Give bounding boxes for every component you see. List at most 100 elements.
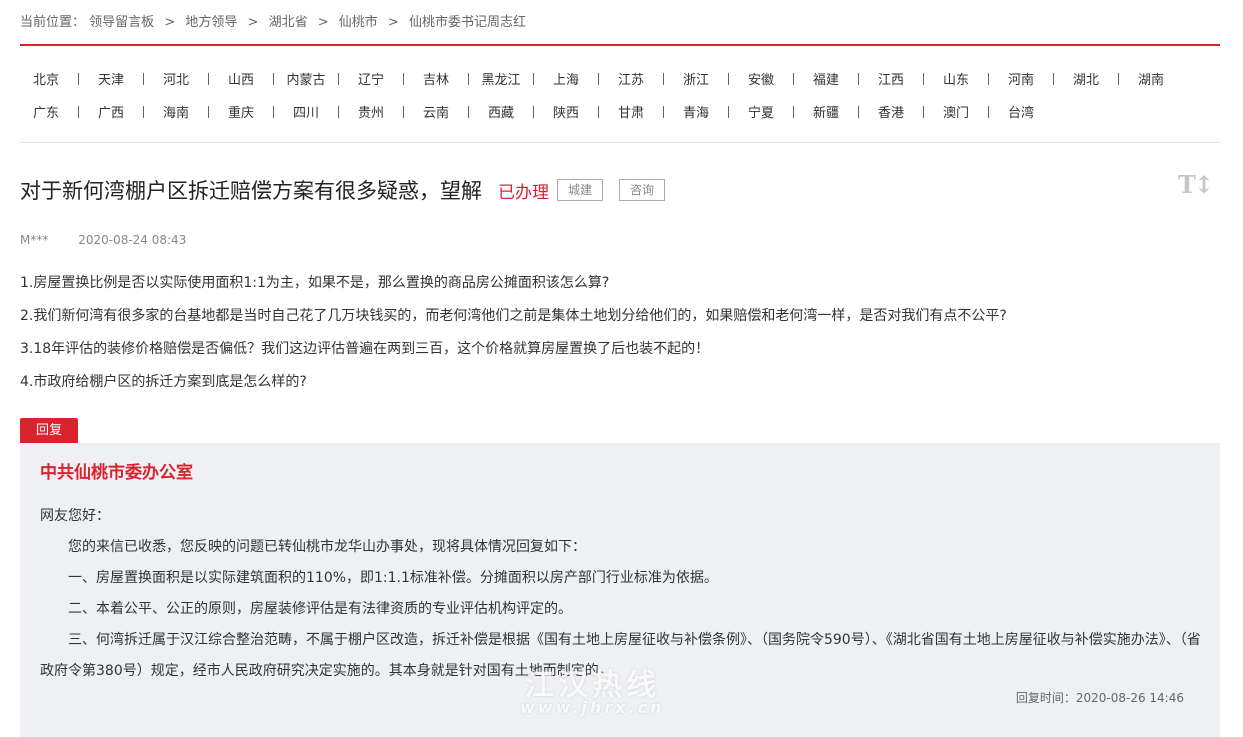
- breadcrumb-item-city[interactable]: 仙桃市: [339, 15, 378, 30]
- region-item: 甘肃: [605, 102, 670, 121]
- region-link[interactable]: 安徽: [735, 69, 787, 88]
- reply-time: 回复时间：2020-08-26 14:46: [1016, 689, 1184, 706]
- font-size-icon[interactable]: T↕: [1178, 170, 1214, 199]
- region-link[interactable]: 陕西: [540, 102, 592, 121]
- region-separator: [533, 105, 534, 118]
- region-item: 湖南: [1125, 69, 1177, 88]
- header-divider: [20, 44, 1220, 46]
- region-link[interactable]: 山西: [215, 69, 267, 88]
- region-item: 上海: [540, 69, 605, 88]
- region-link[interactable]: 甘肃: [605, 102, 657, 121]
- region-row: 广东 广西 海南 重庆 四川 贵州 云南 西藏 陕西 甘肃 青海 宁夏 新疆 香港 澳门 台湾: [20, 95, 1220, 128]
- breadcrumb-item-local-leaders[interactable]: 地方领导: [185, 15, 237, 30]
- region-separator: [923, 105, 924, 118]
- region-link[interactable]: 吉林: [410, 69, 462, 88]
- region-link[interactable]: 内蒙古: [280, 69, 332, 88]
- region-separator: [663, 105, 664, 118]
- category-tag[interactable]: 城建: [557, 179, 604, 201]
- region-item: 重庆: [215, 102, 280, 121]
- region-item: 澳门: [930, 102, 995, 121]
- region-link[interactable]: 湖南: [1125, 69, 1177, 88]
- region-link[interactable]: 浙江: [670, 69, 722, 88]
- status-badge: 已办理: [498, 182, 549, 203]
- message-body: 1.房屋置换比例是否以实际使用面积1:1为主，如果不是，那么置换的商品房公摊面积…: [20, 270, 1007, 402]
- region-item: 黑龙江: [475, 69, 540, 88]
- region-separator: [533, 72, 534, 85]
- region-link[interactable]: 北京: [20, 69, 72, 88]
- region-item: 广西: [85, 102, 150, 121]
- region-link[interactable]: 河南: [995, 69, 1047, 88]
- region-separator: [403, 105, 404, 118]
- region-nav: 北京 天津 河北 山西 内蒙古 辽宁 吉林 黑龙江 上海 江苏 浙江 安徽 福建 江西 山东 河南 湖北 湖南 广…: [20, 62, 1220, 128]
- region-item: 安徽: [735, 69, 800, 88]
- reply-body: 网友您好： 您的来信已收悉，您反映的问题已转仙桃市龙华山办事处，现将具体情况回复…: [40, 501, 1205, 687]
- region-link[interactable]: 香港: [865, 102, 917, 121]
- region-item: 青海: [670, 102, 735, 121]
- region-link[interactable]: 辽宁: [345, 69, 397, 88]
- region-separator: [663, 72, 664, 85]
- message-title: 对于新何湾棚户区拆迁赔偿方案有很多疑惑，望解: [20, 179, 482, 203]
- breadcrumb-item-leader[interactable]: 仙桃市委书记周志红: [409, 15, 526, 30]
- region-separator: [728, 105, 729, 118]
- region-item: 湖北: [1060, 69, 1125, 88]
- region-item: 四川: [280, 102, 345, 121]
- region-separator: [273, 72, 274, 85]
- region-separator: [598, 105, 599, 118]
- region-link[interactable]: 四川: [280, 102, 332, 121]
- region-separator: [143, 72, 144, 85]
- reply-paragraph: 二、本着公平、公正的原则，房屋装修评估是有法律资质的专业评估机构评定的。: [68, 601, 572, 617]
- region-separator: [273, 105, 274, 118]
- reply-time-label: 回复时间：: [1015, 691, 1076, 705]
- region-item: 河北: [150, 69, 215, 88]
- reply-time-value: 2020-08-26 14:46: [1075, 691, 1184, 705]
- question-paragraph: 4.市政府给棚户区的拆迁方案到底是怎么样的?: [20, 374, 307, 390]
- region-link[interactable]: 天津: [85, 69, 137, 88]
- breadcrumb-label: 当前位置：: [20, 15, 86, 30]
- region-separator: [793, 72, 794, 85]
- post-date: 2020-08-24 08:43: [78, 233, 187, 247]
- reply-panel: 中共仙桃市委办公室 网友您好： 您的来信已收悉，您反映的问题已转仙桃市龙华山办事…: [20, 443, 1220, 737]
- breadcrumb-item-board[interactable]: 领导留言板: [89, 15, 154, 30]
- region-item: 海南: [150, 102, 215, 121]
- region-link[interactable]: 重庆: [215, 102, 267, 121]
- region-link[interactable]: 台湾: [995, 102, 1047, 121]
- region-item: 江西: [865, 69, 930, 88]
- region-link[interactable]: 青海: [670, 102, 722, 121]
- region-item: 贵州: [345, 102, 410, 121]
- region-link[interactable]: 福建: [800, 69, 852, 88]
- region-link[interactable]: 江苏: [605, 69, 657, 88]
- region-link[interactable]: 广东: [20, 102, 72, 121]
- region-link[interactable]: 西藏: [475, 102, 527, 121]
- section-divider: [20, 142, 1220, 143]
- reply-tab: 回复: [20, 418, 78, 443]
- author-name: M***: [20, 233, 49, 247]
- region-separator: [598, 72, 599, 85]
- region-link[interactable]: 贵州: [345, 102, 397, 121]
- region-link[interactable]: 云南: [410, 102, 462, 121]
- region-link[interactable]: 山东: [930, 69, 982, 88]
- region-item: 广东: [20, 102, 85, 121]
- region-separator: [988, 105, 989, 118]
- region-separator: [78, 105, 79, 118]
- region-separator: [403, 72, 404, 85]
- region-link[interactable]: 河北: [150, 69, 202, 88]
- region-item: 天津: [85, 69, 150, 88]
- question-paragraph: 2.我们新何湾有很多家的台基地都是当时自己花了几万块钱买的，而老何湾他们之前是集…: [20, 308, 1007, 324]
- region-link[interactable]: 湖北: [1060, 69, 1112, 88]
- region-link[interactable]: 江西: [865, 69, 917, 88]
- region-link[interactable]: 新疆: [800, 102, 852, 121]
- breadcrumb-item-province[interactable]: 湖北省: [269, 15, 308, 30]
- question-paragraph: 1.房屋置换比例是否以实际使用面积1:1为主，如果不是，那么置换的商品房公摊面积…: [20, 275, 610, 291]
- region-link[interactable]: 海南: [150, 102, 202, 121]
- reply-paragraph: 三、何湾拆迁属于汉江综合整治范畴，不属于棚户区改造，拆迁补偿是根据《国有土地上房…: [40, 632, 1201, 679]
- region-link[interactable]: 澳门: [930, 102, 982, 121]
- type-tag[interactable]: 咨询: [619, 179, 666, 201]
- region-link[interactable]: 宁夏: [735, 102, 787, 121]
- breadcrumb-separator: >: [247, 15, 259, 30]
- region-link[interactable]: 黑龙江: [475, 69, 527, 88]
- region-item: 山东: [930, 69, 995, 88]
- region-link[interactable]: 广西: [85, 102, 137, 121]
- region-item: 江苏: [605, 69, 670, 88]
- region-link[interactable]: 上海: [540, 69, 592, 88]
- question-paragraph: 3.18年评估的装修价格赔偿是否偏低？我们这边评估普遍在两到三百，这个价格就算房…: [20, 341, 710, 357]
